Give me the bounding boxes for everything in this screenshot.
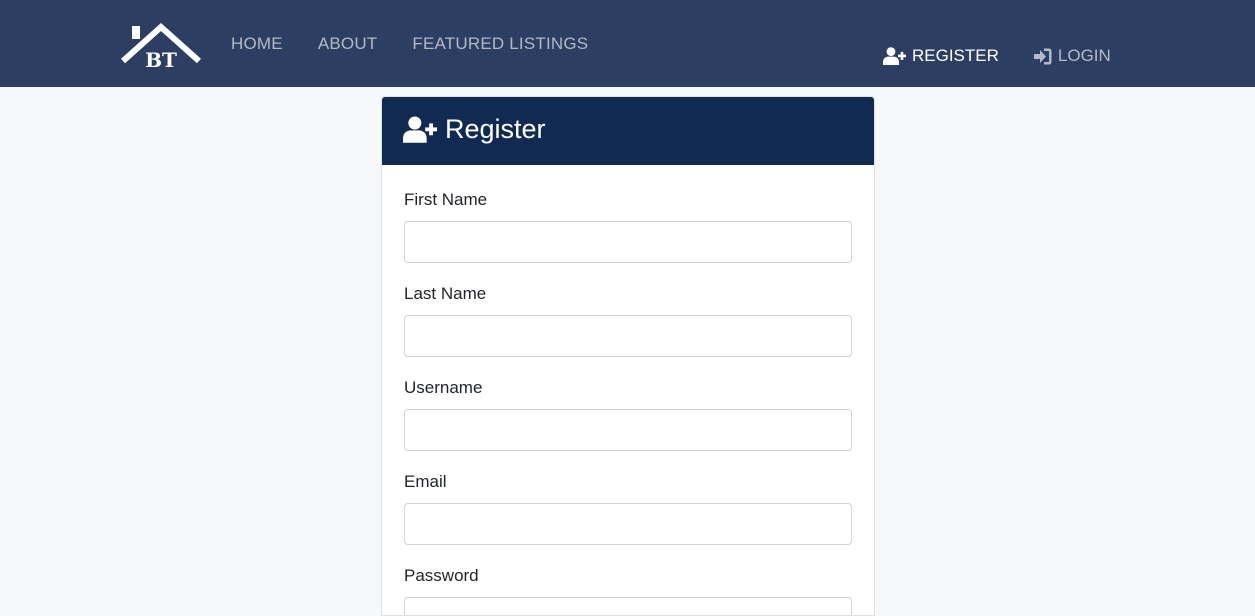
email-group: Email	[404, 472, 852, 545]
register-card-header: Register	[382, 97, 874, 165]
user-plus-icon	[403, 115, 437, 143]
brand-logo[interactable]: BT	[120, 21, 202, 72]
username-label: Username	[404, 378, 483, 397]
register-card-title: Register	[445, 113, 546, 144]
first-name-input[interactable]	[404, 221, 852, 263]
username-group: Username	[404, 378, 852, 451]
account-nav: REGISTER LOGIN	[883, 46, 1111, 66]
primary-nav: HOME ABOUT FEATURED LISTINGS	[231, 34, 623, 54]
house-roof-logo-icon: BT	[120, 22, 202, 72]
password-group: Password	[404, 566, 852, 615]
sign-in-icon	[1033, 48, 1052, 64]
svg-text:BT: BT	[145, 48, 177, 69]
nav-login-link[interactable]: LOGIN	[1033, 46, 1111, 66]
last-name-group: Last Name	[404, 284, 852, 357]
nav-about-link[interactable]: ABOUT	[318, 34, 378, 54]
email-input[interactable]	[404, 503, 852, 545]
user-plus-icon	[883, 47, 906, 65]
nav-register-label: REGISTER	[912, 46, 999, 65]
password-input[interactable]	[404, 597, 852, 615]
nav-login-label: LOGIN	[1057, 46, 1111, 65]
password-label: Password	[404, 566, 479, 585]
last-name-label: Last Name	[404, 284, 487, 303]
register-card: Register First Name Last Name Username E…	[381, 96, 875, 616]
first-name-group: First Name	[404, 190, 852, 263]
username-input[interactable]	[404, 409, 852, 451]
nav-featured-listings-link[interactable]: FEATURED LISTINGS	[412, 34, 588, 54]
nav-home-link[interactable]: HOME	[231, 34, 283, 54]
last-name-input[interactable]	[404, 315, 852, 357]
navbar: BT HOME ABOUT FEATURED LISTINGS REGISTER…	[0, 0, 1255, 87]
first-name-label: First Name	[404, 190, 488, 209]
email-label: Email	[404, 472, 447, 491]
nav-register-link[interactable]: REGISTER	[883, 46, 999, 66]
